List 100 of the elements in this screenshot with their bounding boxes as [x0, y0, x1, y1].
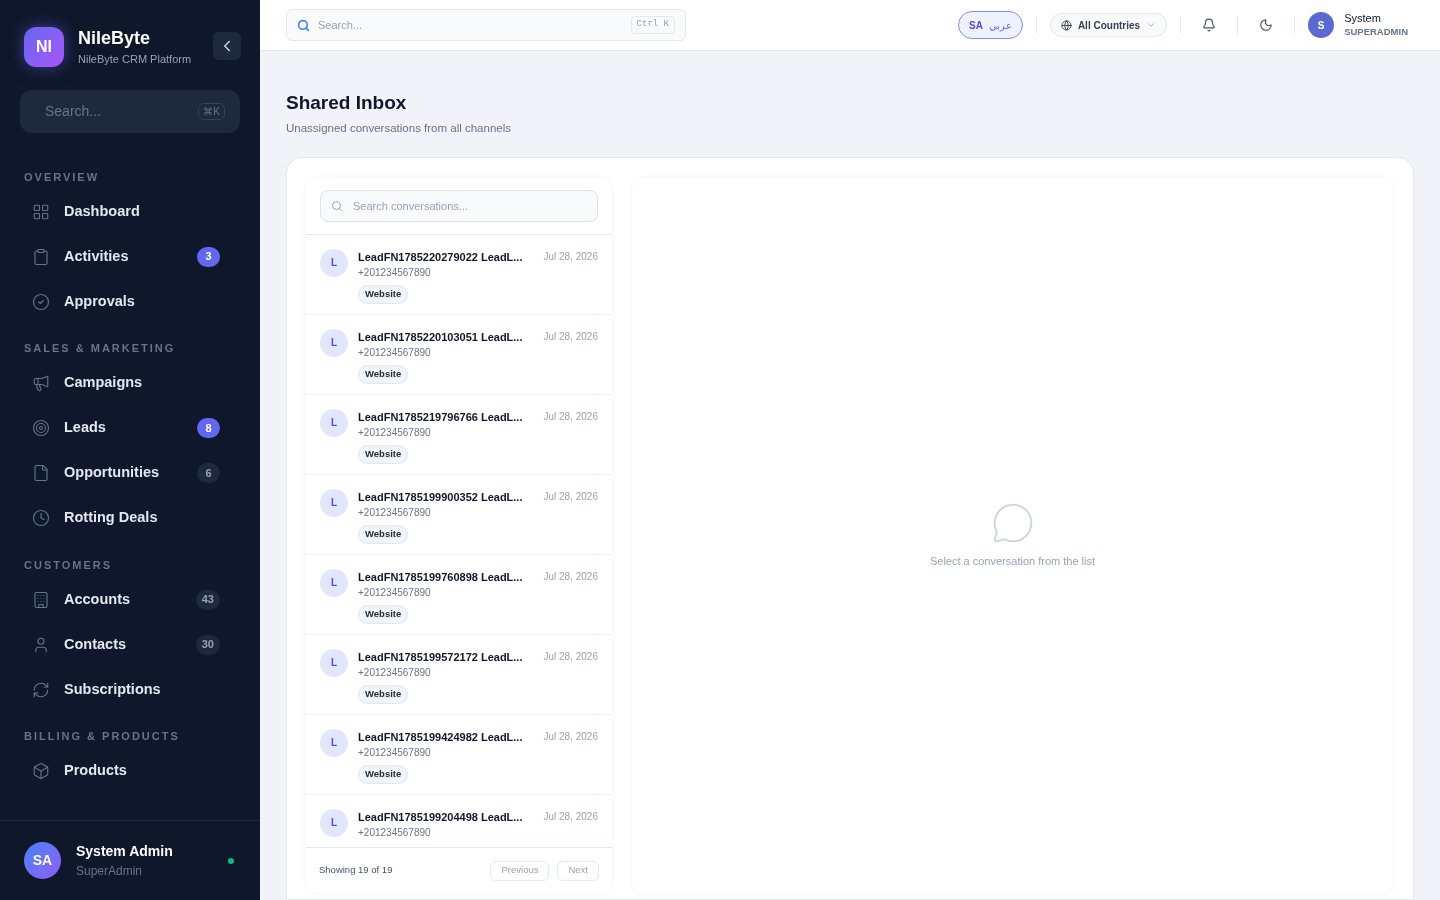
user-role: SUPERADMIN: [1344, 25, 1408, 38]
phone-number: +201234567890: [358, 746, 432, 761]
channel-tag: Website: [358, 285, 409, 304]
contact-name: LeadFN1785199760898 LeadL...: [358, 569, 524, 585]
brand-subtitle: NileByte CRM Platform: [78, 52, 193, 67]
empty-state-text: Select a conversation from the list: [929, 554, 1096, 570]
sidebar-item[interactable]: Accounts 43: [24, 577, 236, 622]
count-badge: 30: [195, 634, 220, 655]
user-role: SuperAdmin: [76, 863, 144, 880]
conversation-item[interactable]: L LeadFN1785220103051 LeadL... Jul 28, 2026 +201234567890 Website: [306, 314, 612, 395]
sidebar-item[interactable]: Rotting Deals: [24, 495, 236, 541]
avatar: L: [320, 808, 348, 837]
sidebar-item[interactable]: Products: [24, 748, 236, 794]
clipboard-icon: [32, 247, 50, 266]
user-avatar: SA: [24, 842, 61, 879]
contact-name: LeadFN1785199900352 LeadL...: [358, 489, 524, 505]
logo: NI: [24, 27, 64, 67]
shortcut-key: ⌘K: [198, 102, 225, 120]
check-circle-icon: [32, 292, 50, 311]
conversation-item[interactable]: L LeadFN1785199760898 LeadL... Jul 28, 2026 +201234567890 Website: [306, 554, 612, 635]
conversation-date: Jul 28, 2026: [543, 809, 598, 824]
phone-number: +201234567890: [358, 426, 432, 441]
channel-tag: Website: [358, 445, 409, 464]
sidebar-item[interactable]: Activities 3: [24, 234, 236, 279]
avatar: L: [320, 648, 348, 677]
phone-number: +201234567890: [358, 586, 432, 601]
conversation-item[interactable]: L LeadFN1785220279022 LeadL... Jul 28, 2026 +201234567890 Website: [306, 234, 612, 315]
conversation-date: Jul 28, 2026: [543, 569, 598, 584]
contact-name: LeadFN1785220103051 LeadL...: [358, 329, 524, 345]
count-badge: 3: [197, 246, 220, 267]
brand-name: NileByte: [78, 27, 152, 49]
page-subtitle: Unassigned conversations from all channels: [286, 120, 512, 136]
phone-number: +201234567890: [358, 826, 432, 841]
page-title: Shared Inbox: [286, 91, 408, 115]
box-icon: [32, 762, 50, 780]
sidebar-item[interactable]: Contacts 30: [24, 622, 236, 667]
avatar: L: [320, 248, 348, 277]
channel-tag: Website: [358, 765, 409, 784]
sidebar-item[interactable]: Approvals: [24, 279, 236, 324]
contact-name: LeadFN1785220279022 LeadL...: [358, 249, 524, 265]
target-icon: [32, 419, 50, 437]
user-avatar[interactable]: S: [1308, 12, 1335, 38]
globe-icon: [1060, 19, 1072, 31]
megaphone-icon: [32, 374, 50, 392]
section-heading: BILLING & PRODUCTS: [24, 729, 181, 744]
count-badge: 8: [197, 418, 220, 438]
phone-number: +201234567890: [358, 506, 432, 521]
contact-name: LeadFN1785199424982 LeadL...: [358, 729, 524, 745]
search-icon: [331, 199, 343, 212]
user-name: System: [1344, 12, 1382, 25]
contact-name: LeadFN1785199204498 LeadL...: [358, 809, 524, 825]
conversation-date: Jul 28, 2026: [543, 489, 598, 504]
building-icon: [32, 590, 50, 609]
section-heading: CUSTOMERS: [24, 557, 114, 573]
sidebar-item[interactable]: Opportunities 6: [24, 450, 236, 496]
file-icon: [32, 464, 50, 482]
sidebar-item[interactable]: Dashboard: [24, 189, 236, 234]
avatar: L: [320, 408, 348, 437]
contact-name: LeadFN1785199572172 LeadL...: [358, 649, 524, 665]
avatar: L: [320, 328, 348, 357]
conversation-date: Jul 28, 2026: [543, 729, 598, 744]
country-select[interactable]: All Countries: [1049, 13, 1168, 37]
conversation-date: Jul 28, 2026: [543, 409, 598, 424]
refresh-icon: [32, 680, 50, 699]
grid-icon: [32, 202, 50, 221]
conversation-item[interactable]: L LeadFN1785199204498 LeadL... Jul 28, 2026 +201234567890: [306, 794, 612, 847]
user-name: System Admin: [76, 842, 174, 861]
conversation-item[interactable]: L LeadFN1785199572172 LeadL... Jul 28, 2026 +201234567890 Website: [306, 634, 612, 715]
sidebar-item[interactable]: Subscriptions: [24, 667, 236, 712]
phone-number: +201234567890: [358, 666, 432, 681]
shortcut-key: Ctrl K: [630, 16, 675, 34]
conversation-date: Jul 28, 2026: [543, 329, 598, 344]
avatar: L: [320, 488, 348, 517]
count-badge: 43: [195, 589, 220, 610]
user-icon: [32, 635, 50, 654]
moon-icon: [1259, 18, 1274, 32]
contact-name: LeadFN1785219796766 LeadL...: [358, 409, 524, 425]
conversation-item[interactable]: L LeadFN1785199900352 LeadL... Jul 28, 2026 +201234567890 Website: [306, 474, 612, 555]
conversation-date: Jul 28, 2026: [543, 249, 598, 264]
bell-icon: [1202, 18, 1217, 32]
channel-tag: Website: [358, 605, 409, 624]
channel-tag: Website: [358, 365, 409, 384]
sidebar-item[interactable]: Leads 8: [24, 405, 236, 451]
conversation-date: Jul 28, 2026: [543, 649, 598, 664]
channel-tag: Website: [358, 525, 409, 544]
channel-tag: Website: [358, 685, 409, 704]
search-icon: [297, 18, 310, 32]
phone-number: +201234567890: [358, 266, 432, 281]
section-heading: SALES & MARKETING: [24, 341, 177, 356]
phone-number: +201234567890: [358, 346, 432, 361]
avatar: L: [320, 728, 348, 757]
clock-icon: [32, 509, 50, 527]
conversation-item[interactable]: L LeadFN1785219796766 LeadL... Jul 28, 2026 +201234567890 Website: [306, 394, 612, 475]
count-badge: 6: [197, 463, 220, 483]
avatar: L: [320, 568, 348, 597]
collapse-button[interactable]: [213, 32, 241, 60]
sidebar-item[interactable]: Campaigns: [24, 360, 236, 406]
conversation-item[interactable]: L LeadFN1785199424982 LeadL... Jul 28, 2026 +201234567890 Website: [306, 714, 612, 795]
pagination-info: Showing 19 of 19: [319, 863, 394, 878]
chevron-down-icon: [1146, 20, 1157, 30]
